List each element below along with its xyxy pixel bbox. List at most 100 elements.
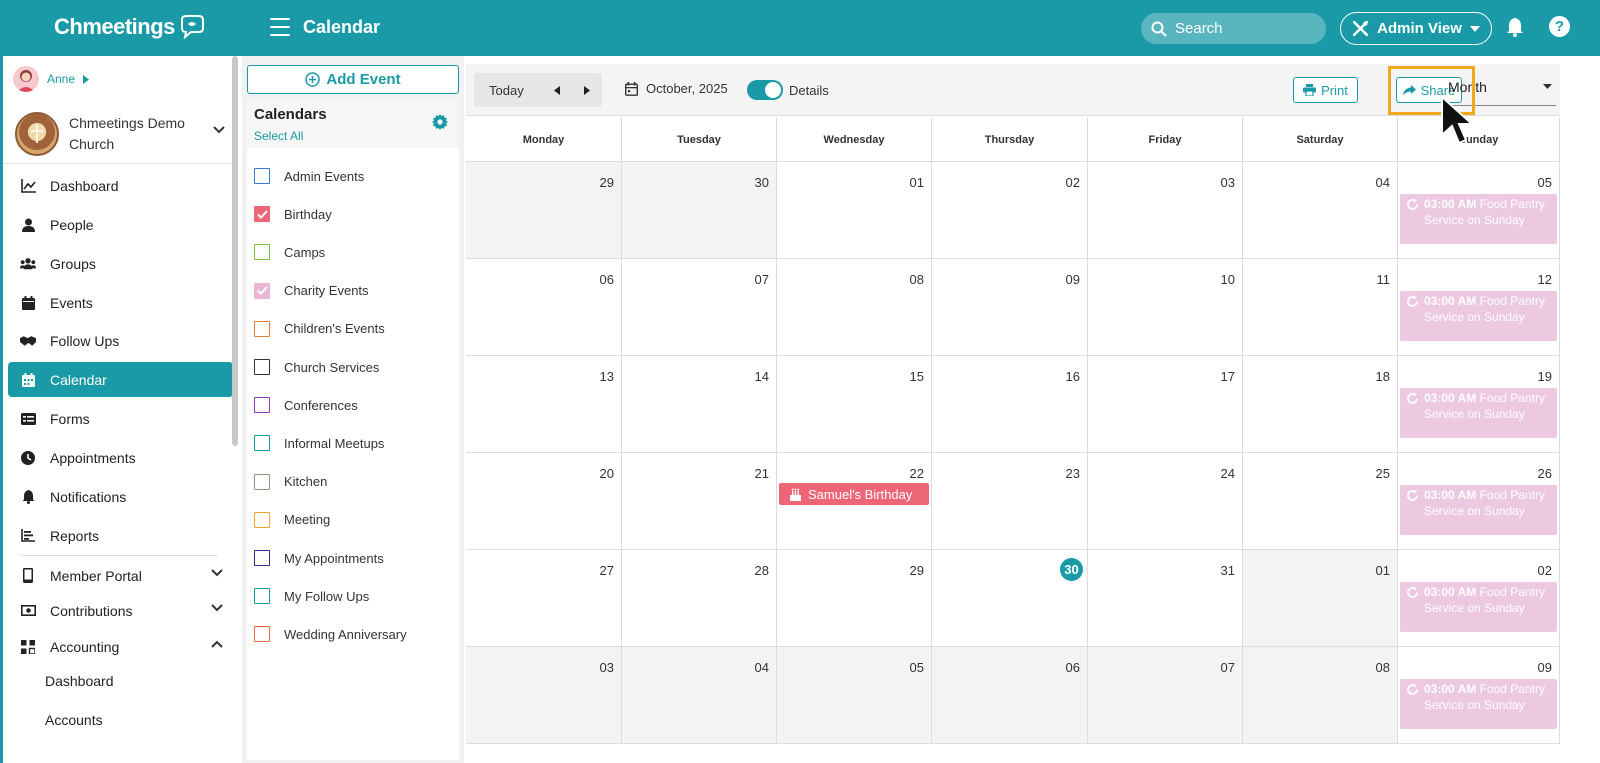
birthday-event[interactable]: Samuel's Birthday [779, 483, 929, 505]
day-cell[interactable]: 15 [777, 356, 932, 452]
next-button[interactable] [572, 75, 602, 105]
calendar-filter-item[interactable]: Charity Events [254, 281, 369, 301]
add-event-button[interactable]: Add Event [247, 65, 459, 94]
gear-icon[interactable] [432, 114, 448, 130]
checkbox[interactable] [254, 435, 270, 452]
day-cell[interactable]: 17 [1088, 356, 1243, 452]
day-cell[interactable]: 26 03:00 AM Food Pantry Service on Sunday [1398, 453, 1560, 549]
day-cell[interactable]: 07 [622, 259, 777, 355]
previous-button[interactable] [542, 75, 572, 105]
day-cell[interactable]: 08 [777, 259, 932, 355]
day-cell[interactable]: 16 [932, 356, 1088, 452]
nav-item-events[interactable]: Events [8, 285, 233, 320]
calendar-filter-item[interactable]: Meeting [254, 510, 330, 530]
checkbox[interactable] [254, 588, 270, 605]
today-button[interactable]: Today [474, 83, 542, 98]
day-cell[interactable]: 12 03:00 AM Food Pantry Service on Sunday [1398, 259, 1560, 355]
checkbox[interactable] [254, 206, 270, 223]
day-cell[interactable]: 01 [1243, 550, 1398, 646]
nav-item-forms[interactable]: Forms [8, 401, 233, 436]
sidebar-scrollbar[interactable] [232, 56, 238, 446]
nav-section-contributions[interactable]: Contributions [8, 593, 233, 628]
calendar-filter-item[interactable]: Birthday [254, 204, 332, 224]
nav-item-calendar[interactable]: Calendar [8, 362, 233, 397]
day-cell[interactable]: 30 [932, 550, 1088, 646]
nav-subitem-accounting-dashboard[interactable]: Dashboard [45, 673, 114, 689]
notifications-bell-icon[interactable] [1506, 17, 1524, 37]
checkbox[interactable] [254, 550, 270, 566]
menu-toggle-button[interactable] [270, 18, 290, 36]
day-cell[interactable]: 28 [622, 550, 777, 646]
calendar-filter-item[interactable]: Church Services [254, 357, 379, 377]
nav-item-appointments[interactable]: Appointments [8, 440, 233, 475]
checkbox[interactable] [254, 168, 270, 184]
nav-item-groups[interactable]: Groups [8, 246, 233, 281]
admin-view-button[interactable]: Admin View [1340, 12, 1492, 45]
day-cell[interactable]: 09 [932, 259, 1088, 355]
recurring-event[interactable]: 03:00 AM Food Pantry Service on Sunday [1400, 485, 1557, 535]
calendar-filter-item[interactable]: Children's Events [254, 319, 385, 339]
calendar-filter-item[interactable]: Informal Meetups [254, 433, 384, 453]
calendar-filter-item[interactable]: Admin Events [254, 166, 364, 186]
day-cell[interactable]: 14 [622, 356, 777, 452]
select-all-link[interactable]: Select All [254, 129, 303, 143]
day-cell[interactable]: 07 [1088, 647, 1243, 743]
day-cell[interactable]: 03 [466, 647, 622, 743]
day-cell[interactable]: 21 [622, 453, 777, 549]
day-cell[interactable]: 05 03:00 AM Food Pantry Service on Sunday [1398, 162, 1560, 258]
day-cell[interactable]: 25 [1243, 453, 1398, 549]
nav-item-follow-ups[interactable]: Follow Ups [8, 323, 233, 358]
checkbox[interactable] [254, 359, 270, 375]
day-cell[interactable]: 29 [466, 162, 622, 258]
recurring-event[interactable]: 03:00 AM Food Pantry Service on Sunday [1400, 388, 1557, 438]
checkbox[interactable] [254, 626, 270, 643]
calendar-filter-item[interactable]: My Appointments [254, 548, 384, 568]
user-menu[interactable]: Anne [13, 66, 90, 92]
checkbox[interactable] [254, 511, 270, 528]
day-cell[interactable]: 02 [932, 162, 1088, 258]
day-cell[interactable]: 01 [777, 162, 932, 258]
calendar-filter-item[interactable]: Wedding Anniversary [254, 624, 407, 644]
day-cell[interactable]: 02 03:00 AM Food Pantry Service on Sunday [1398, 550, 1560, 646]
day-cell[interactable]: 18 [1243, 356, 1398, 452]
day-cell[interactable]: 27 [466, 550, 622, 646]
nav-item-reports[interactable]: Reports [8, 518, 233, 553]
checkbox[interactable] [254, 244, 270, 261]
print-button[interactable]: Print [1293, 77, 1358, 103]
recurring-event[interactable]: 03:00 AM Food Pantry Service on Sunday [1400, 679, 1557, 729]
day-cell[interactable]: 05 [777, 647, 932, 743]
calendar-filter-item[interactable]: Conferences [254, 395, 358, 415]
day-cell[interactable]: 04 [1243, 162, 1398, 258]
checkbox[interactable] [254, 473, 270, 490]
day-cell[interactable]: 23 [932, 453, 1088, 549]
calendar-filter-item[interactable]: Kitchen [254, 472, 327, 492]
search-input[interactable] [1175, 20, 1315, 37]
help-icon[interactable]: ? [1549, 16, 1570, 37]
day-cell[interactable]: 13 [466, 356, 622, 452]
day-cell[interactable]: 08 [1243, 647, 1398, 743]
nav-item-people[interactable]: People [8, 207, 233, 242]
day-cell[interactable]: 29 [777, 550, 932, 646]
nav-item-notifications[interactable]: Notifications [8, 479, 233, 514]
nav-section-member-portal[interactable]: Member Portal [8, 558, 233, 593]
day-cell[interactable]: 04 [622, 647, 777, 743]
day-cell[interactable]: 06 [932, 647, 1088, 743]
recurring-event[interactable]: 03:00 AM Food Pantry Service on Sunday [1400, 194, 1557, 244]
day-cell[interactable]: 03 [1088, 162, 1243, 258]
nav-subitem-accounts[interactable]: Accounts [45, 712, 103, 728]
checkbox[interactable] [254, 397, 270, 414]
recurring-event[interactable]: 03:00 AM Food Pantry Service on Sunday [1400, 582, 1557, 632]
recurring-event[interactable]: 03:00 AM Food Pantry Service on Sunday [1400, 291, 1557, 341]
day-cell[interactable]: 09 03:00 AM Food Pantry Service on Sunday [1398, 647, 1560, 743]
day-cell[interactable]: 24 [1088, 453, 1243, 549]
search-box[interactable] [1141, 13, 1326, 44]
calendar-filter-item[interactable]: Camps [254, 242, 325, 262]
day-cell[interactable]: 10 [1088, 259, 1243, 355]
date-picker-button[interactable]: October, 2025 [625, 81, 728, 96]
day-cell[interactable]: 22 Samuel's Birthday [777, 453, 932, 549]
church-selector[interactable]: Chmeetings Demo Church [15, 112, 237, 156]
calendar-filter-item[interactable]: My Follow Ups [254, 586, 369, 606]
checkbox[interactable] [254, 320, 270, 337]
day-cell[interactable]: 11 [1243, 259, 1398, 355]
nav-item-dashboard[interactable]: Dashboard [8, 168, 233, 203]
